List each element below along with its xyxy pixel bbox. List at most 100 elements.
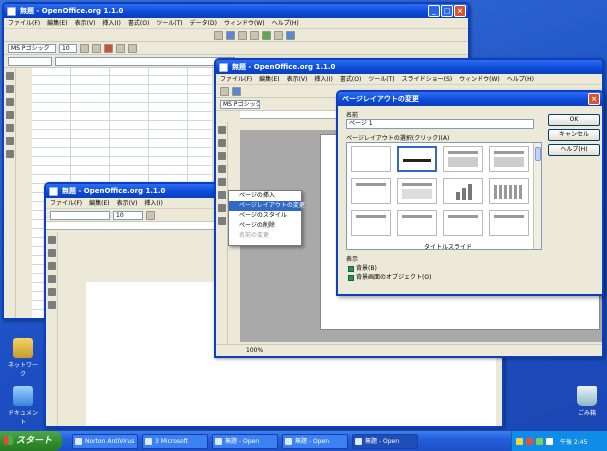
- tray-icon[interactable]: [516, 437, 523, 445]
- layout-thumb-chart-text[interactable]: [397, 210, 437, 236]
- close-button[interactable]: ×: [588, 93, 600, 105]
- start-button[interactable]: スタート: [0, 431, 62, 451]
- menu-item[interactable]: ツール(T): [368, 74, 394, 84]
- tool-icon[interactable]: [217, 152, 226, 160]
- thumbnail-scrollbar[interactable]: [533, 143, 541, 249]
- name-input[interactable]: ページ 1: [346, 119, 534, 129]
- formula-input[interactable]: [55, 56, 235, 66]
- taskbar-item-active[interactable]: 無題 - Open: [352, 433, 418, 449]
- bold-icon[interactable]: [146, 210, 155, 220]
- layout-thumb-title-only[interactable]: [351, 178, 391, 204]
- save-icon[interactable]: [214, 30, 223, 40]
- tray-icon[interactable]: [526, 437, 533, 445]
- maximize-button[interactable]: □: [441, 5, 453, 17]
- tool-icon[interactable]: [217, 217, 226, 225]
- tool-icon[interactable]: [5, 111, 14, 119]
- taskbar-item[interactable]: 無題 - Open: [212, 433, 278, 449]
- navigator-icon[interactable]: [286, 30, 295, 40]
- taskbar-item[interactable]: 無題 - Open: [282, 433, 348, 449]
- tool-icon[interactable]: [217, 126, 226, 134]
- tool-icon[interactable]: [47, 275, 56, 283]
- tool-icon[interactable]: [5, 137, 14, 145]
- menu-item-page-style[interactable]: ページのスタイル: [229, 211, 301, 221]
- menu-item[interactable]: ファイル(F): [50, 198, 82, 208]
- layout-thumb-table[interactable]: [489, 178, 529, 204]
- open-icon[interactable]: [232, 86, 241, 96]
- font-color-icon[interactable]: [104, 43, 113, 53]
- tool-icon[interactable]: [5, 72, 14, 80]
- background-checkbox-row[interactable]: 背景(B): [348, 263, 377, 272]
- menu-item[interactable]: 表示(V): [117, 198, 138, 208]
- menu-item[interactable]: ウィンドウ(W): [224, 18, 265, 28]
- minimize-button[interactable]: _: [428, 5, 440, 17]
- italic-icon[interactable]: [92, 43, 101, 53]
- tool-icon[interactable]: [217, 139, 226, 147]
- paste-icon[interactable]: [250, 30, 259, 40]
- tool-icon[interactable]: [47, 301, 56, 309]
- sort-icon[interactable]: [274, 30, 283, 40]
- menu-item[interactable]: ヘルプ(H): [507, 74, 534, 84]
- cell-reference-box[interactable]: [8, 56, 52, 66]
- menu-item[interactable]: ファイル(F): [8, 18, 40, 28]
- menu-item[interactable]: 表示(V): [287, 74, 308, 84]
- menu-item[interactable]: 編集(E): [89, 198, 109, 208]
- menu-item[interactable]: ウィンドウ(W): [459, 74, 500, 84]
- menu-item[interactable]: 表示(V): [75, 18, 96, 28]
- help-button[interactable]: ヘルプ(H): [548, 144, 600, 156]
- tool-icon[interactable]: [47, 288, 56, 296]
- tool-icon[interactable]: [5, 150, 14, 158]
- layout-thumb-chart[interactable]: [443, 178, 483, 204]
- tool-icon[interactable]: [47, 236, 56, 244]
- menu-item[interactable]: 挿入(I): [144, 198, 162, 208]
- tool-icon[interactable]: [217, 178, 226, 186]
- print-icon[interactable]: [226, 30, 235, 40]
- font-size-box[interactable]: 10: [59, 43, 77, 53]
- chart-icon[interactable]: [262, 30, 271, 40]
- menu-item[interactable]: 書式(O): [128, 18, 149, 28]
- layout-thumb-title-content[interactable]: [443, 146, 483, 172]
- window-title-bar[interactable]: 無題 - OpenOffice.org 1.1.0: [216, 60, 602, 74]
- taskbar-item[interactable]: 3 Microsoft: [142, 433, 208, 449]
- layout-thumbnails[interactable]: [346, 142, 542, 250]
- tool-icon[interactable]: [217, 165, 226, 173]
- align-left-icon[interactable]: [116, 43, 125, 53]
- tool-icon[interactable]: [5, 98, 14, 106]
- layout-thumb-title[interactable]: [397, 146, 437, 172]
- menu-item[interactable]: ツール(T): [156, 18, 182, 28]
- align-center-icon[interactable]: [128, 43, 137, 53]
- tool-icon[interactable]: [5, 85, 14, 93]
- menu-item[interactable]: 挿入(I): [314, 74, 332, 84]
- layout-thumb-two-column[interactable]: [489, 146, 529, 172]
- desktop-icon-document[interactable]: ドキュメント: [6, 386, 40, 426]
- dialog-title-bar[interactable]: ページレイアウトの変更 ×: [338, 92, 602, 106]
- ok-button[interactable]: OK: [548, 114, 600, 126]
- close-button[interactable]: ×: [454, 5, 466, 17]
- background-checkbox[interactable]: [348, 265, 354, 272]
- font-name-box[interactable]: MS Pゴシック: [220, 99, 260, 109]
- menu-item-change-layout[interactable]: ページレイアウトの変更: [229, 201, 305, 211]
- layout-thumb-text[interactable]: [397, 178, 437, 204]
- layout-thumb-blank[interactable]: [351, 146, 391, 172]
- tool-icon[interactable]: [47, 262, 56, 270]
- tool-icon[interactable]: [217, 191, 226, 199]
- clock[interactable]: 午後 2:45: [560, 437, 587, 446]
- menu-item-delete-page[interactable]: ページの削除: [229, 221, 301, 231]
- desktop-icon-network[interactable]: ネットワーク: [6, 338, 40, 378]
- font-name-box[interactable]: MS Pゴシック: [8, 43, 56, 53]
- menu-item[interactable]: 書式(O): [340, 74, 361, 84]
- cancel-button[interactable]: キャンセル: [548, 129, 600, 141]
- new-icon[interactable]: [220, 86, 229, 96]
- menu-item[interactable]: データ(D): [190, 18, 217, 28]
- menu-item[interactable]: 編集(E): [47, 18, 67, 28]
- menu-item-insert-page[interactable]: ページの挿入: [229, 191, 301, 201]
- menu-item[interactable]: スライドショー(S): [402, 74, 453, 84]
- menu-item[interactable]: 挿入(I): [102, 18, 120, 28]
- tool-icon[interactable]: [5, 124, 14, 132]
- copy-icon[interactable]: [238, 30, 247, 40]
- objects-checkbox-row[interactable]: 背景画面のオブジェクト(O): [348, 272, 431, 281]
- style-box[interactable]: [50, 210, 110, 220]
- objects-checkbox[interactable]: [348, 274, 354, 281]
- taskbar-item[interactable]: Norton AntiVirus: [72, 433, 138, 449]
- bold-icon[interactable]: [80, 43, 89, 53]
- page-layout-dialog[interactable]: ページレイアウトの変更 × 名前 ページ 1 ページレイアウトの選択(クリック)…: [336, 90, 604, 296]
